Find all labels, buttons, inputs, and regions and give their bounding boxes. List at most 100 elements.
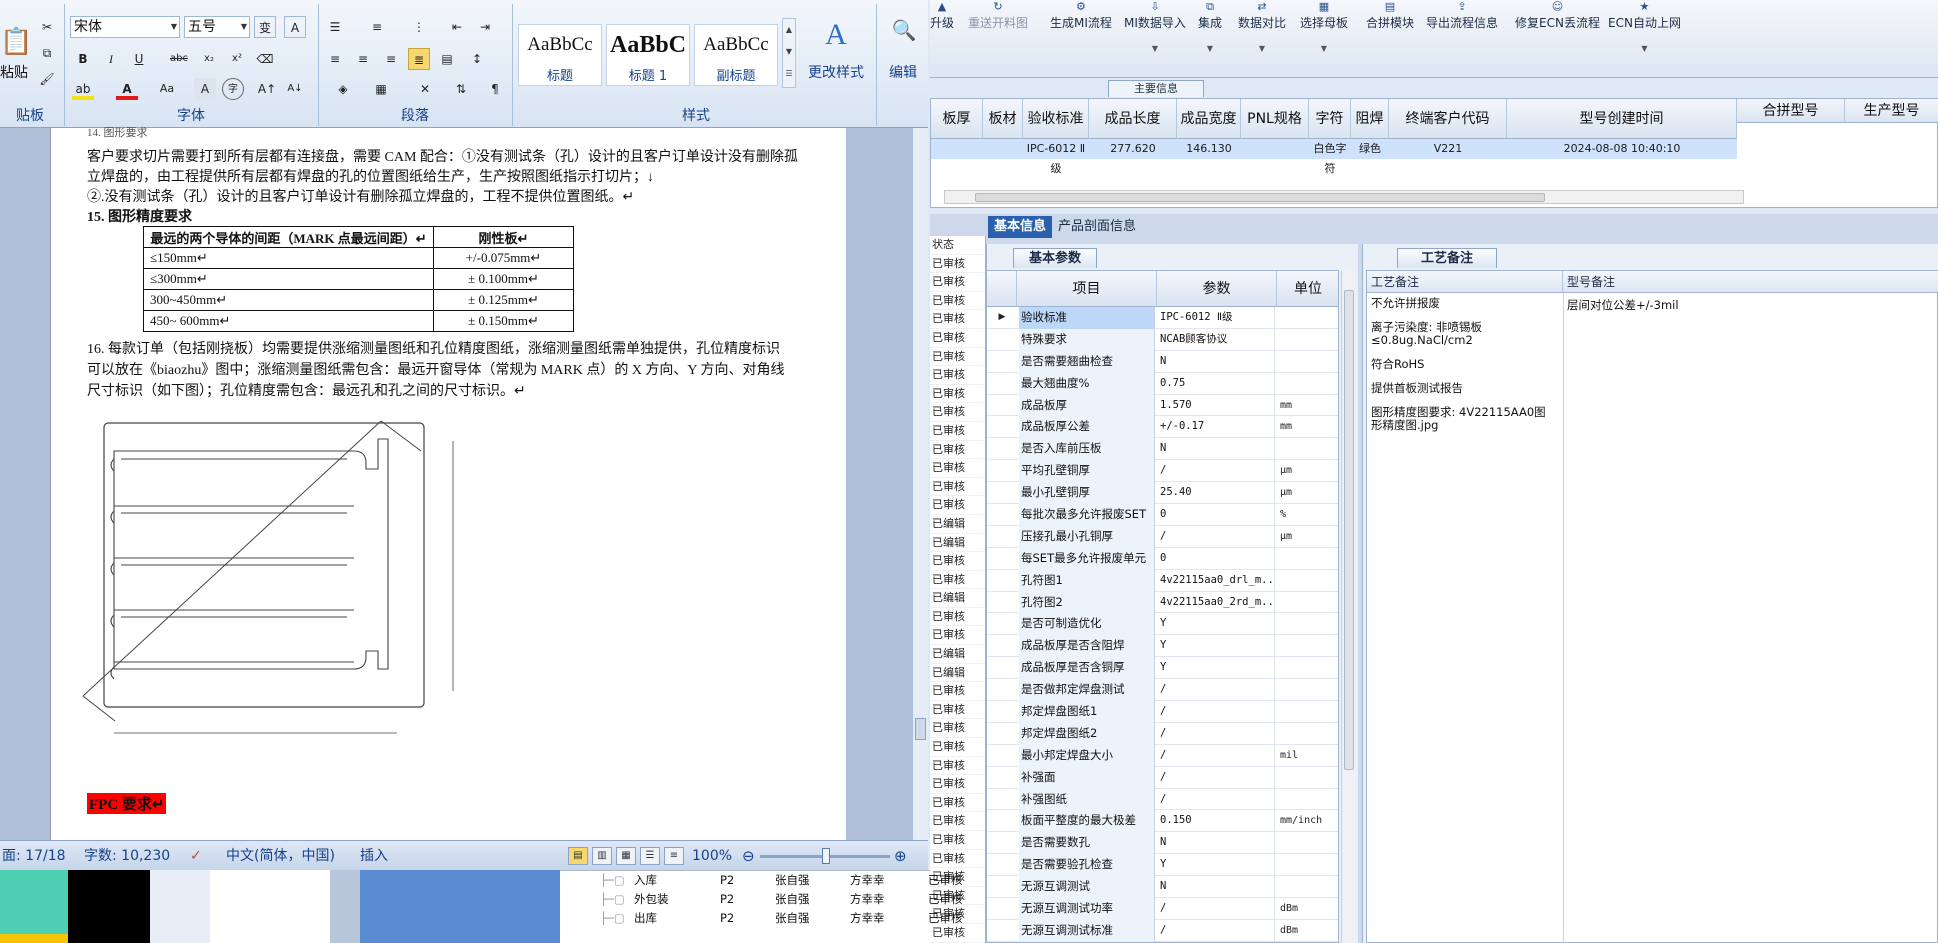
param-value[interactable]: / bbox=[1157, 788, 1275, 811]
param-value[interactable]: +/-0.17 bbox=[1157, 416, 1275, 439]
col-process-note[interactable]: 工艺备注 bbox=[1367, 271, 1563, 293]
chinese-layout-icon[interactable]: ✕ bbox=[414, 78, 436, 100]
row-selector[interactable] bbox=[987, 416, 1017, 438]
align-center-icon[interactable]: ≡ bbox=[352, 48, 374, 70]
list-item[interactable]: ├─▢ 出库 P2 张自强 方幸幸 已审核 bbox=[560, 909, 963, 928]
param-row[interactable]: 是否需要翘曲检查 N bbox=[987, 350, 1338, 373]
status-cell[interactable]: 已编辑 bbox=[930, 515, 985, 534]
column-header[interactable]: PNL规格 bbox=[1241, 99, 1309, 139]
web-layout-icon[interactable]: ▦ bbox=[616, 847, 636, 865]
param-row[interactable]: 成品板厚 1.570 mm bbox=[987, 394, 1338, 417]
column-header[interactable]: 成品长度 bbox=[1089, 99, 1177, 139]
toolbar-button[interactable]: ☺ 修复ECN丢流程 bbox=[1515, 0, 1600, 70]
col-model-note[interactable]: 型号备注 bbox=[1563, 271, 1938, 293]
style-title[interactable]: AaBbCc 标题 bbox=[518, 24, 602, 86]
superscript-icon[interactable]: x² bbox=[226, 48, 248, 70]
table-cell[interactable]: 277.620 bbox=[1089, 139, 1177, 159]
row-selector[interactable] bbox=[987, 613, 1017, 635]
tab-detail[interactable]: 基本信息 bbox=[988, 216, 1053, 238]
table-cell[interactable] bbox=[1241, 139, 1309, 159]
param-row[interactable]: 邦定焊盘图纸1/ bbox=[987, 701, 1338, 723]
row-selector[interactable] bbox=[987, 526, 1017, 548]
change-styles-icon[interactable]: A bbox=[806, 18, 866, 52]
tab-detail[interactable]: 产品剖面信息 bbox=[1052, 216, 1142, 238]
column-header[interactable]: 板厚 bbox=[931, 99, 983, 139]
table-cell[interactable]: 绿色 bbox=[1351, 139, 1389, 159]
table-cell[interactable]: 2024-08-08 10:40:10 bbox=[1507, 139, 1737, 159]
highlight-icon[interactable]: ab bbox=[72, 78, 94, 100]
clear-format-icon[interactable]: ⌫ bbox=[254, 48, 276, 70]
status-cell[interactable]: 已审核 bbox=[930, 738, 985, 757]
status-cell[interactable]: 已编辑 bbox=[930, 534, 985, 553]
shrink-font-icon[interactable]: A↓ bbox=[284, 78, 306, 100]
status-cell[interactable]: 已审核 bbox=[930, 775, 985, 794]
param-value[interactable]: Y bbox=[1157, 613, 1275, 636]
param-row[interactable]: 是否入库前压板 N bbox=[987, 438, 1338, 461]
tab-process-notes[interactable]: 工艺备注 bbox=[1397, 248, 1497, 268]
status-cell[interactable]: 已审核 bbox=[930, 255, 985, 274]
find-icon[interactable]: 🔍 bbox=[884, 18, 924, 42]
print-layout-icon[interactable]: ▤ bbox=[568, 847, 588, 865]
status-cell[interactable]: 已审核 bbox=[930, 385, 985, 404]
param-row[interactable]: 是否需要数孔 N bbox=[987, 832, 1338, 855]
column-header[interactable]: 板材 bbox=[983, 99, 1023, 139]
param-value[interactable]: Y bbox=[1157, 657, 1275, 680]
row-selector[interactable] bbox=[987, 373, 1017, 395]
row-selector[interactable] bbox=[987, 701, 1017, 723]
param-row[interactable]: 是否需要验孔检查 Y bbox=[987, 854, 1338, 877]
row-selector[interactable] bbox=[987, 679, 1017, 701]
param-value[interactable]: 0.150 bbox=[1157, 810, 1275, 833]
format-painter-icon[interactable]: 🖌 bbox=[36, 68, 58, 90]
param-row[interactable]: 成品板厚是否含阻焊 Y bbox=[987, 635, 1338, 658]
param-value[interactable]: / bbox=[1157, 701, 1275, 723]
param-row[interactable]: 板面平整度的最大极差 0.150 mm/inch bbox=[987, 810, 1338, 833]
outline-icon[interactable]: ☰ bbox=[640, 847, 660, 865]
row-selector[interactable]: ▶ bbox=[987, 307, 1017, 329]
status-cell[interactable]: 已审核 bbox=[930, 329, 985, 348]
status-cell[interactable]: 已审核 bbox=[930, 571, 985, 590]
status-cell[interactable]: 已审核 bbox=[930, 812, 985, 831]
param-value[interactable]: 4v22115aa0_drl_m... bbox=[1157, 569, 1275, 592]
increase-indent-icon[interactable]: ⇥ bbox=[474, 16, 496, 38]
param-row[interactable]: 最小孔壁铜厚 25.40 μm bbox=[987, 482, 1338, 505]
param-value[interactable]: N bbox=[1157, 350, 1275, 373]
param-value[interactable]: 0.75 bbox=[1157, 372, 1275, 395]
row-selector[interactable] bbox=[987, 745, 1017, 767]
table-cell[interactable] bbox=[983, 139, 1023, 159]
row-selector[interactable] bbox=[987, 854, 1017, 876]
param-row[interactable]: 特殊要求 NCAB顾客协议 bbox=[987, 328, 1338, 351]
align-right-icon[interactable]: ≡ bbox=[380, 48, 402, 70]
param-row[interactable]: 孔符图2 4v22115aa0_2rd_m... bbox=[987, 591, 1338, 614]
distribute-icon[interactable]: ▤ bbox=[436, 48, 458, 70]
param-row[interactable]: 无源互调测试标准 / dBm bbox=[987, 919, 1338, 942]
params-vscroll[interactable] bbox=[1341, 270, 1355, 943]
param-value[interactable]: 4v22115aa0_2rd_m... bbox=[1157, 591, 1275, 614]
column-header[interactable]: 成品宽度 bbox=[1177, 99, 1241, 139]
font-color-icon[interactable]: A bbox=[116, 78, 138, 100]
proofing-icon[interactable]: ✓ bbox=[190, 841, 202, 871]
param-value[interactable]: Y bbox=[1157, 854, 1275, 877]
page-indicator[interactable]: 面: 17/18 bbox=[2, 841, 66, 871]
status-cell[interactable]: 已审核 bbox=[930, 608, 985, 627]
table-cell[interactable]: IPC-6012 Ⅱ级 bbox=[1023, 139, 1089, 175]
status-cell[interactable]: 已审核 bbox=[930, 366, 985, 385]
shading-icon[interactable]: ◈ bbox=[332, 78, 354, 100]
status-cell[interactable]: 已编辑 bbox=[930, 645, 985, 664]
col-item[interactable]: 项目 bbox=[1017, 271, 1157, 307]
status-cell[interactable]: 已审核 bbox=[930, 794, 985, 813]
status-cell[interactable]: 已审核 bbox=[930, 719, 985, 739]
status-cell[interactable]: 已审核 bbox=[930, 292, 985, 311]
justify-icon[interactable]: ≣ bbox=[408, 48, 430, 70]
paste-icon[interactable]: 📋 bbox=[0, 22, 40, 62]
main-info-tab[interactable]: 主要信息 bbox=[1108, 80, 1204, 97]
status-cell[interactable]: 已审核 bbox=[930, 422, 985, 441]
status-cell[interactable]: 已审核 bbox=[930, 552, 985, 571]
param-row[interactable]: 是否可制造优化 Y bbox=[987, 613, 1338, 636]
param-value[interactable]: / bbox=[1157, 898, 1275, 920]
bold-icon[interactable]: B bbox=[72, 48, 94, 70]
column-header[interactable]: 终端客户代码 bbox=[1389, 99, 1507, 139]
model-grid-hscroll[interactable] bbox=[944, 190, 1744, 204]
status-cell[interactable]: 已审核 bbox=[930, 310, 985, 329]
param-row[interactable]: 最小邦定焊盘大小 / mil bbox=[987, 744, 1338, 767]
status-cell[interactable]: 已审核 bbox=[930, 403, 985, 422]
